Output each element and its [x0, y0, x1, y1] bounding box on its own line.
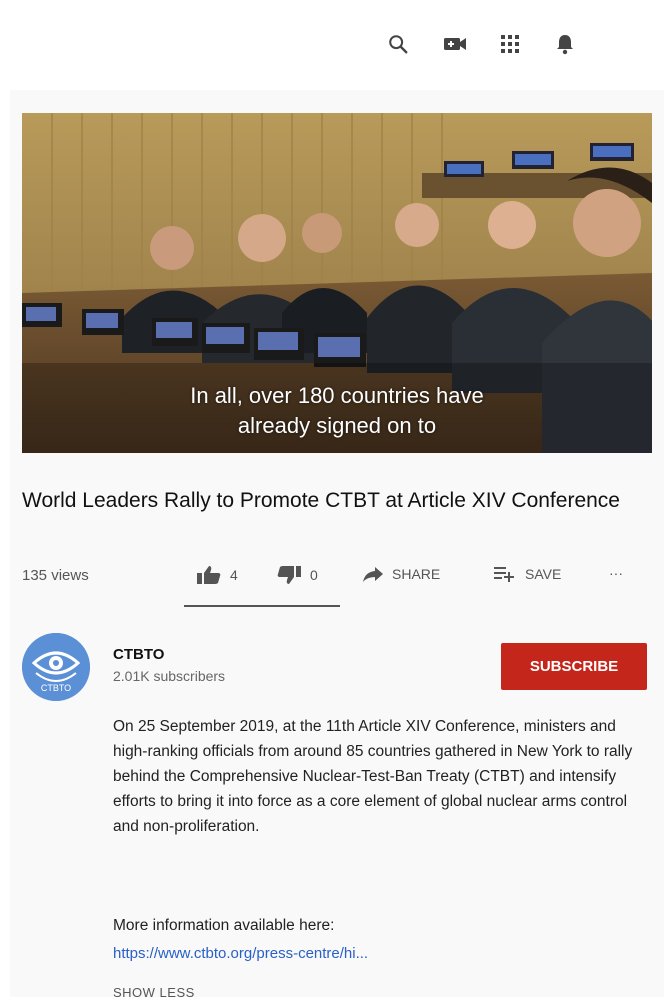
like-dislike-ratio-bar: [184, 605, 340, 607]
save-button[interactable]: SAVE: [493, 565, 561, 583]
show-less-button[interactable]: SHOW LESS: [113, 985, 195, 1000]
video-camera-icon[interactable]: [441, 30, 469, 58]
dislike-count: 0: [310, 567, 318, 583]
caption-line-1: In all, over 180 countries have: [190, 383, 484, 408]
more-info-text: More information available here:: [113, 917, 335, 934]
top-bar: [0, 0, 664, 90]
dislike-button[interactable]: 0: [276, 565, 318, 585]
search-icon[interactable]: [384, 30, 412, 58]
video-description: On 25 September 2019, at the 11th Articl…: [113, 718, 633, 835]
video-player[interactable]: In all, over 180 countries have already …: [22, 113, 652, 453]
apps-grid-icon[interactable]: [496, 30, 524, 58]
like-button[interactable]: 4: [196, 565, 238, 585]
notifications-bell-icon[interactable]: [551, 30, 579, 58]
view-count: 135 views: [22, 567, 89, 584]
caption-line-2: already signed on to: [237, 413, 437, 438]
thumbs-down-icon: [277, 566, 301, 584]
thumbs-up-icon: [197, 566, 221, 584]
channel-name[interactable]: CTBTO: [113, 646, 164, 663]
more-actions-button[interactable]: ···: [609, 565, 623, 581]
description-link[interactable]: https://www.ctbto.org/press-centre/hi...: [113, 945, 368, 962]
svg-text:CTBTO: CTBTO: [41, 683, 71, 693]
channel-avatar[interactable]: CTBTO: [22, 633, 90, 701]
subscribe-button[interactable]: SUBSCRIBE: [501, 643, 647, 690]
playlist-add-icon: [494, 567, 514, 582]
video-caption: In all, over 180 countries have already …: [22, 381, 652, 441]
share-arrow-icon: [363, 567, 383, 582]
subscriber-count: 2.01K subscribers: [113, 668, 226, 684]
more-dots-icon: ···: [609, 565, 623, 581]
save-label: SAVE: [525, 566, 562, 582]
share-label: SHARE: [392, 566, 441, 582]
share-button[interactable]: SHARE: [362, 565, 440, 583]
ctbto-logo-icon: CTBTO: [22, 633, 90, 701]
video-title: World Leaders Rally to Promote CTBT at A…: [22, 489, 620, 512]
like-count: 4: [230, 567, 238, 583]
